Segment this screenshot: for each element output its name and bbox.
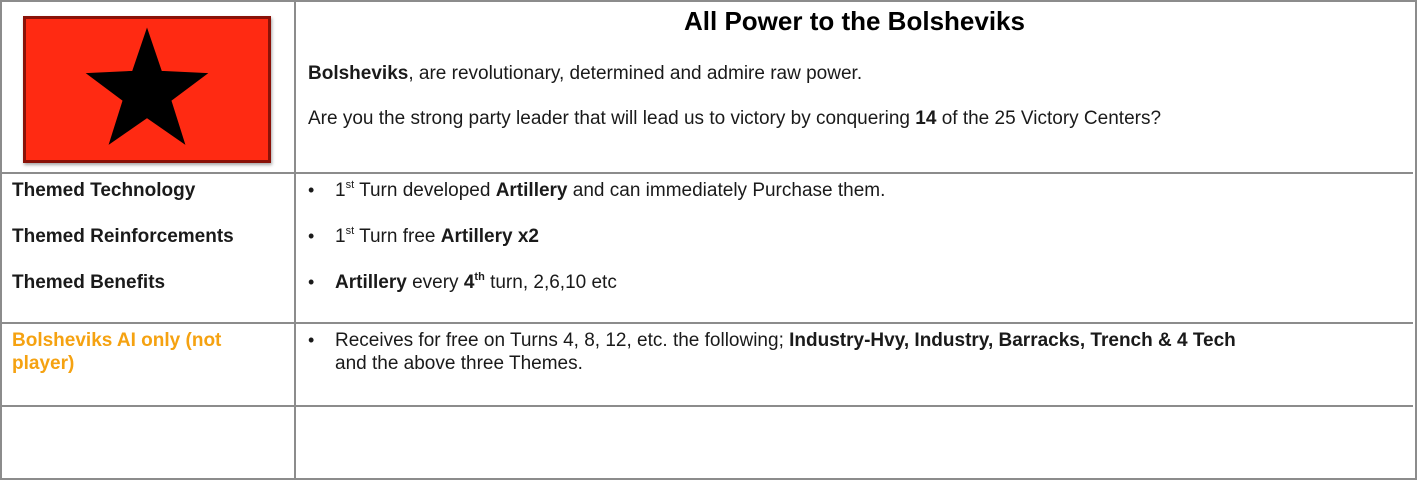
ai-bonus-line-2: and the above three Themes. (335, 353, 583, 374)
black-star-icon (85, 27, 209, 145)
themed-benefits-text: Artillery every 4th turn, 2,6,10 etc (335, 271, 617, 294)
ai-bonus-buildings: Industry-Hvy, Industry, Barracks, Trench… (789, 330, 1236, 351)
label-themed-benefits: Themed Benefits (12, 272, 166, 293)
faction-name: Bolsheviks (308, 63, 409, 84)
row-divider-3 (0, 405, 1413, 407)
themed-reinforcements-text: 1st Turn free Artillery x2 (335, 225, 539, 248)
bullet-marker: • (308, 180, 315, 200)
label-ai-only: Bolsheviks AI only (not player) (12, 330, 222, 374)
faction-description: , are revolutionary, determined and admi… (408, 63, 863, 84)
bullet-marker: • (308, 330, 315, 350)
victory-question: Are you the strong party leader that wil… (308, 108, 1162, 129)
faction-flag (23, 16, 271, 163)
row-divider-1 (0, 172, 1413, 174)
bullet-marker: • (308, 272, 315, 292)
page-title: All Power to the Bolsheviks (684, 6, 1025, 36)
bullet-marker: • (308, 226, 315, 246)
label-themed-reinforcements: Themed Reinforcements (12, 226, 234, 247)
victory-target-count: 14 (915, 108, 937, 129)
ai-bonus-line-1: Receives for free on Turns 4, 8, 12, etc… (335, 330, 1236, 351)
themed-technology-text: 1st Turn developed Artillery and can imm… (335, 179, 886, 202)
faction-intro: Bolsheviks, are revolutionary, determine… (308, 62, 862, 85)
label-themed-technology: Themed Technology (12, 180, 196, 201)
row-divider-2 (0, 322, 1413, 324)
